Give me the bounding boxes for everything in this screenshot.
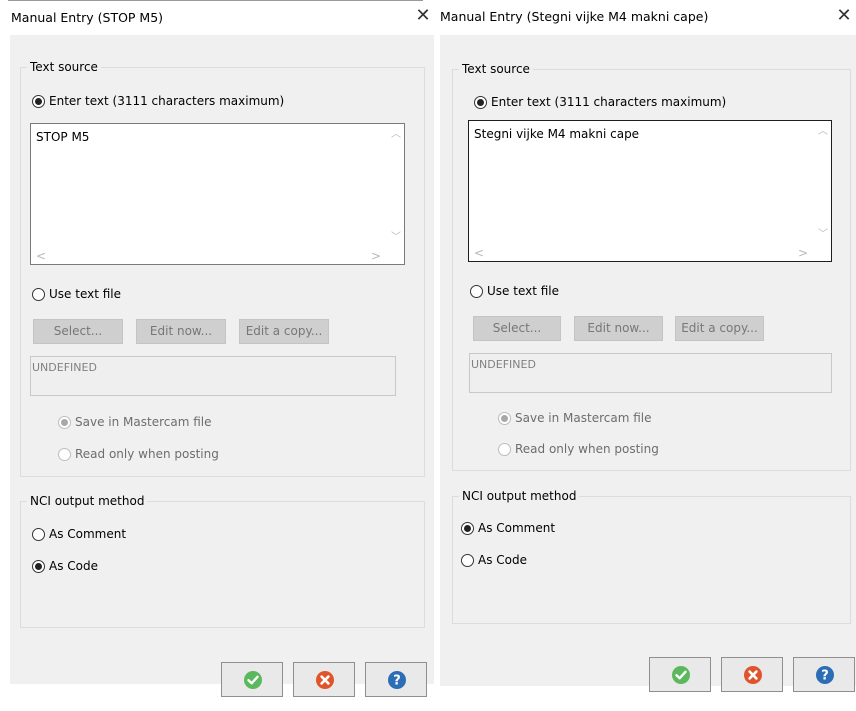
as-comment-radio[interactable]: As Comment [461, 521, 555, 535]
close-icon[interactable]: ✕ [834, 2, 854, 30]
radio-button[interactable] [32, 527, 45, 541]
manual-entry-dialog-left: Manual Entry (STOP M5) ✕ Text source Ent… [0, 0, 434, 711]
save-in-mastercam-label: Save in Mastercam file [75, 415, 212, 429]
as-code-radio[interactable]: As Code [32, 559, 98, 573]
text-source-group: Text source Enter text (3111 characters … [452, 62, 851, 471]
radio-button[interactable] [32, 94, 45, 108]
dialog-body: Text source Enter text (3111 characters … [10, 35, 434, 697]
nci-output-group: NCI output method As Comment As Code [452, 489, 851, 624]
cancel-button[interactable] [721, 657, 783, 692]
vertical-scrollbar[interactable]: ︿ ﹀ [814, 121, 831, 244]
file-path-field[interactable]: UNDEFINED [30, 356, 396, 396]
close-icon[interactable]: ✕ [413, 2, 433, 30]
edit-copy-button[interactable]: Edit a copy... [239, 319, 329, 344]
enter-text-radio[interactable]: Enter text (3111 characters maximum) [32, 94, 284, 108]
radio-button[interactable] [58, 415, 71, 429]
enter-text-label: Enter text (3111 characters maximum) [491, 95, 727, 109]
question-circle-icon: ? [816, 666, 834, 684]
text-entry-value: Stegni vijke M4 makni cape [474, 127, 640, 141]
as-comment-label: As Comment [478, 521, 556, 535]
scroll-right-icon[interactable]: > [371, 250, 381, 262]
text-entry-value: STOP M5 [36, 130, 90, 144]
radio-button[interactable] [461, 553, 474, 567]
radio-button[interactable] [32, 287, 45, 301]
read-only-radio[interactable]: Read only when posting [58, 447, 219, 461]
as-comment-radio[interactable]: As Comment [32, 527, 126, 541]
svg-text:?: ? [393, 674, 401, 689]
scroll-up-icon[interactable]: ︿ [391, 130, 401, 140]
vertical-scrollbar[interactable]: ︿ ﹀ [387, 124, 404, 247]
check-circle-icon [244, 671, 262, 689]
nci-output-group: NCI output method As Comment As Code [20, 494, 425, 628]
ok-button[interactable] [221, 662, 283, 697]
use-text-file-radio[interactable]: Use text file [470, 284, 559, 298]
enter-text-radio[interactable]: Enter text (3111 characters maximum) [474, 95, 726, 109]
text-source-label: Text source [27, 60, 101, 74]
save-in-mastercam-radio[interactable]: Save in Mastercam file [58, 415, 211, 429]
save-in-mastercam-label: Save in Mastercam file [515, 411, 652, 425]
scroll-right-icon[interactable]: > [798, 247, 808, 259]
scroll-up-icon[interactable]: ︿ [818, 127, 828, 137]
select-button[interactable]: Select... [473, 316, 561, 341]
as-code-radio[interactable]: As Code [461, 553, 527, 567]
text-source-group: Text source Enter text (3111 characters … [20, 60, 425, 477]
read-only-radio[interactable]: Read only when posting [498, 442, 659, 456]
cancel-button[interactable] [293, 662, 355, 697]
enter-text-label: Enter text (3111 characters maximum) [49, 94, 285, 108]
nci-output-label: NCI output method [27, 494, 148, 508]
file-path-value: UNDEFINED [32, 361, 97, 374]
as-comment-label: As Comment [49, 527, 127, 541]
edit-now-button[interactable]: Edit now... [136, 319, 226, 344]
file-path-value: UNDEFINED [471, 358, 536, 371]
manual-entry-dialog-right: Manual Entry (Stegni vijke M4 makni cape… [434, 0, 856, 711]
edit-now-button[interactable]: Edit now... [574, 316, 663, 341]
read-only-label: Read only when posting [515, 442, 659, 456]
title-bar: Manual Entry (Stegni vijke M4 makni cape… [434, 0, 856, 34]
horizontal-scrollbar[interactable]: < > [469, 244, 814, 261]
text-source-label: Text source [459, 62, 533, 76]
as-code-label: As Code [49, 559, 98, 573]
text-entry-area[interactable]: STOP M5 ︿ ﹀ < > [30, 123, 405, 265]
radio-button[interactable] [498, 411, 511, 425]
select-button[interactable]: Select... [33, 319, 123, 344]
use-text-file-label: Use text file [49, 287, 122, 301]
help-button[interactable]: ? [365, 662, 427, 697]
help-button[interactable]: ? [793, 657, 855, 692]
nci-output-label: NCI output method [459, 489, 580, 503]
edit-copy-button[interactable]: Edit a copy... [675, 316, 764, 341]
read-only-label: Read only when posting [75, 447, 219, 461]
file-path-field[interactable]: UNDEFINED [469, 353, 832, 393]
radio-button[interactable] [32, 559, 45, 573]
question-circle-icon: ? [388, 671, 406, 689]
radio-button[interactable] [461, 521, 474, 535]
save-in-mastercam-radio[interactable]: Save in Mastercam file [498, 411, 651, 425]
ok-button[interactable] [649, 657, 711, 692]
check-circle-icon [672, 666, 690, 684]
radio-button[interactable] [470, 284, 483, 298]
svg-text:?: ? [821, 669, 829, 684]
dialog-title: Manual Entry (STOP M5) [11, 10, 164, 25]
horizontal-scrollbar[interactable]: < > [31, 247, 387, 264]
as-code-label: As Code [478, 553, 527, 567]
scroll-down-icon[interactable]: ﹀ [818, 230, 828, 240]
radio-button[interactable] [474, 95, 487, 109]
text-entry-area[interactable]: Stegni vijke M4 makni cape ︿ ﹀ < > [468, 120, 832, 262]
x-circle-icon [316, 671, 334, 689]
scroll-down-icon[interactable]: ﹀ [391, 233, 401, 243]
scroll-left-icon[interactable]: < [474, 247, 484, 259]
dialog-body: Text source Enter text (3111 characters … [440, 35, 856, 692]
use-text-file-label: Use text file [487, 284, 560, 298]
radio-button[interactable] [58, 447, 71, 461]
radio-button[interactable] [498, 442, 511, 456]
dialog-title: Manual Entry (Stegni vijke M4 makni cape… [440, 9, 709, 24]
x-circle-icon [744, 666, 762, 684]
scroll-left-icon[interactable]: < [36, 250, 46, 262]
title-bar: Manual Entry (STOP M5) [8, 0, 423, 35]
use-text-file-radio[interactable]: Use text file [32, 287, 121, 301]
